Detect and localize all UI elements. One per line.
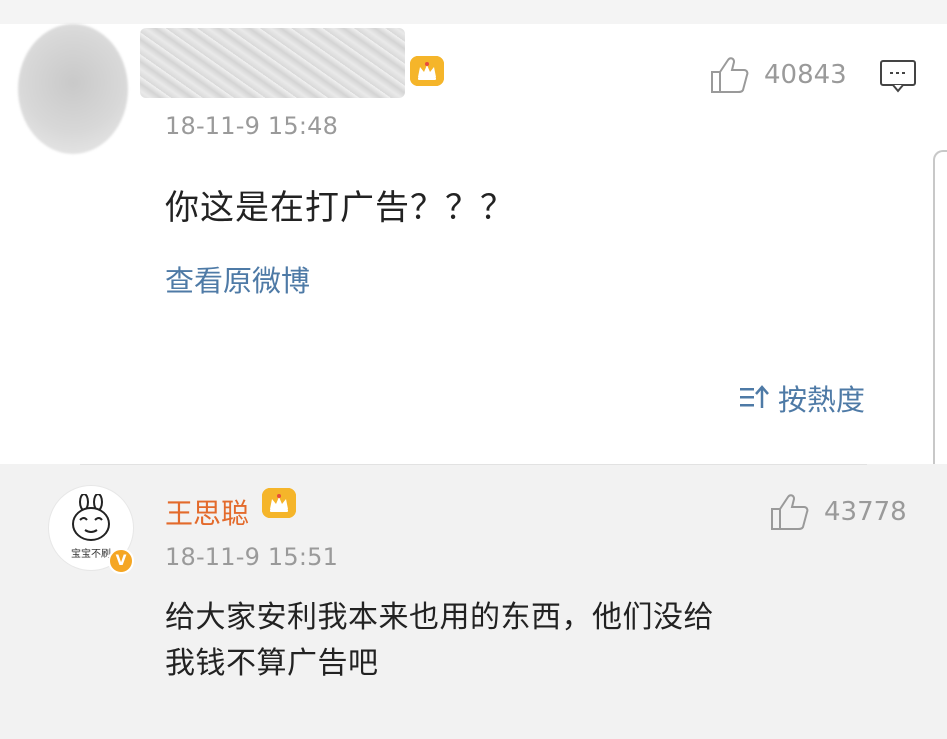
view-original-weibo-link[interactable]: 查看原微博 (165, 258, 310, 300)
comment-icon[interactable] (879, 58, 917, 94)
reply-like-count: 43778 (824, 497, 907, 527)
crown-icon (410, 56, 444, 86)
reply-text: 给大家安利我本来也用的东西，他们没给 我钱不算广告吧 (165, 595, 765, 687)
top-bar (0, 0, 947, 25)
main-like-count: 40843 (764, 60, 847, 90)
thumbs-up-icon (710, 56, 750, 94)
verified-badge-icon: V (108, 548, 134, 574)
blurred-username[interactable] (140, 28, 405, 98)
reply-like-button[interactable]: 43778 (770, 493, 907, 531)
reply-username[interactable]: 王思聪 (165, 492, 249, 532)
reply-text-line: 我钱不算广告吧 (165, 646, 379, 681)
reply-timestamp: 18-11-9 15:51 (165, 543, 339, 571)
rabbit-face-icon (72, 494, 110, 541)
sort-by-heat-button[interactable]: 按熱度 (738, 377, 865, 419)
main-comment-text: 你这是在打广告？？？ (165, 188, 515, 228)
reply-text-line: 给大家安利我本来也用的东西，他们没给 (165, 600, 714, 635)
thumbs-up-icon (770, 493, 810, 531)
main-like-button[interactable]: 40843 (710, 56, 847, 94)
sort-label: 按熱度 (777, 383, 865, 417)
crown-icon (262, 488, 296, 518)
scrollbar[interactable] (933, 150, 947, 484)
sort-icon (738, 384, 772, 412)
divider (80, 464, 867, 465)
main-timestamp: 18-11-9 15:48 (165, 112, 339, 140)
blurred-avatar[interactable] (18, 24, 128, 154)
